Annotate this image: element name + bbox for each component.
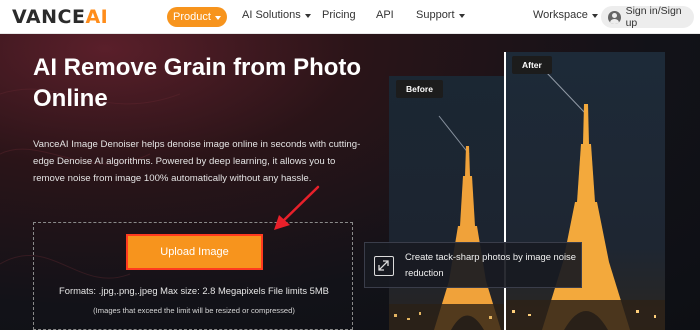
expand-icon — [374, 256, 394, 276]
hero-description: VanceAI Image Denoiser helps denoise ima… — [33, 139, 361, 184]
nav-api-label: API — [376, 9, 394, 21]
nav-workspace[interactable]: Workspace — [533, 9, 598, 21]
nav-product[interactable]: Product — [167, 7, 227, 27]
nav-api[interactable]: API — [376, 9, 394, 21]
upload-image-button[interactable]: Upload Image — [126, 234, 263, 270]
chevron-down-icon — [458, 14, 465, 18]
upload-dropzone[interactable]: Upload Image Formats: .jpg,.png,.jpeg Ma… — [33, 222, 353, 330]
formats-info: Formats: .jpg,.png,.jpeg Max size: 2.8 M… — [59, 285, 329, 296]
nav-support[interactable]: Support — [416, 9, 465, 21]
page-title: AI Remove Grain from Photo Online — [33, 54, 362, 112]
nav-support-label: Support — [416, 9, 455, 21]
top-navbar: VANCEAI Product AI Solutions Pricing API… — [0, 0, 700, 34]
chevron-down-icon — [214, 16, 221, 20]
hero-section: AI Remove Grain from Photo Online VanceA… — [0, 34, 700, 330]
feature-text: Create tack-sharp photos by image noise … — [405, 251, 576, 278]
signin-label: Sign in/Sign up — [625, 5, 682, 29]
nav-pricing[interactable]: Pricing — [322, 9, 356, 21]
vanceai-logo[interactable]: VANCEAI — [12, 6, 108, 28]
nav-pricing-label: Pricing — [322, 9, 356, 21]
before-label: Before — [396, 80, 443, 98]
nav-ai-solutions-label: AI Solutions — [242, 9, 301, 21]
user-icon — [608, 10, 621, 24]
resize-note: (Images that exceed the limit will be re… — [93, 306, 295, 315]
feature-card: Create tack-sharp photos by image noise … — [364, 242, 582, 288]
after-label: After — [512, 56, 552, 74]
chevron-down-icon — [304, 14, 311, 18]
nav-ai-solutions[interactable]: AI Solutions — [242, 9, 311, 21]
nav-workspace-label: Workspace — [533, 9, 588, 21]
nav-product-label: Product — [173, 11, 211, 23]
after-image — [504, 52, 665, 330]
signin-button[interactable]: Sign in/Sign up — [601, 5, 694, 29]
red-arrow-annotation — [274, 185, 320, 230]
before-image — [389, 76, 504, 330]
chevron-down-icon — [591, 14, 598, 18]
